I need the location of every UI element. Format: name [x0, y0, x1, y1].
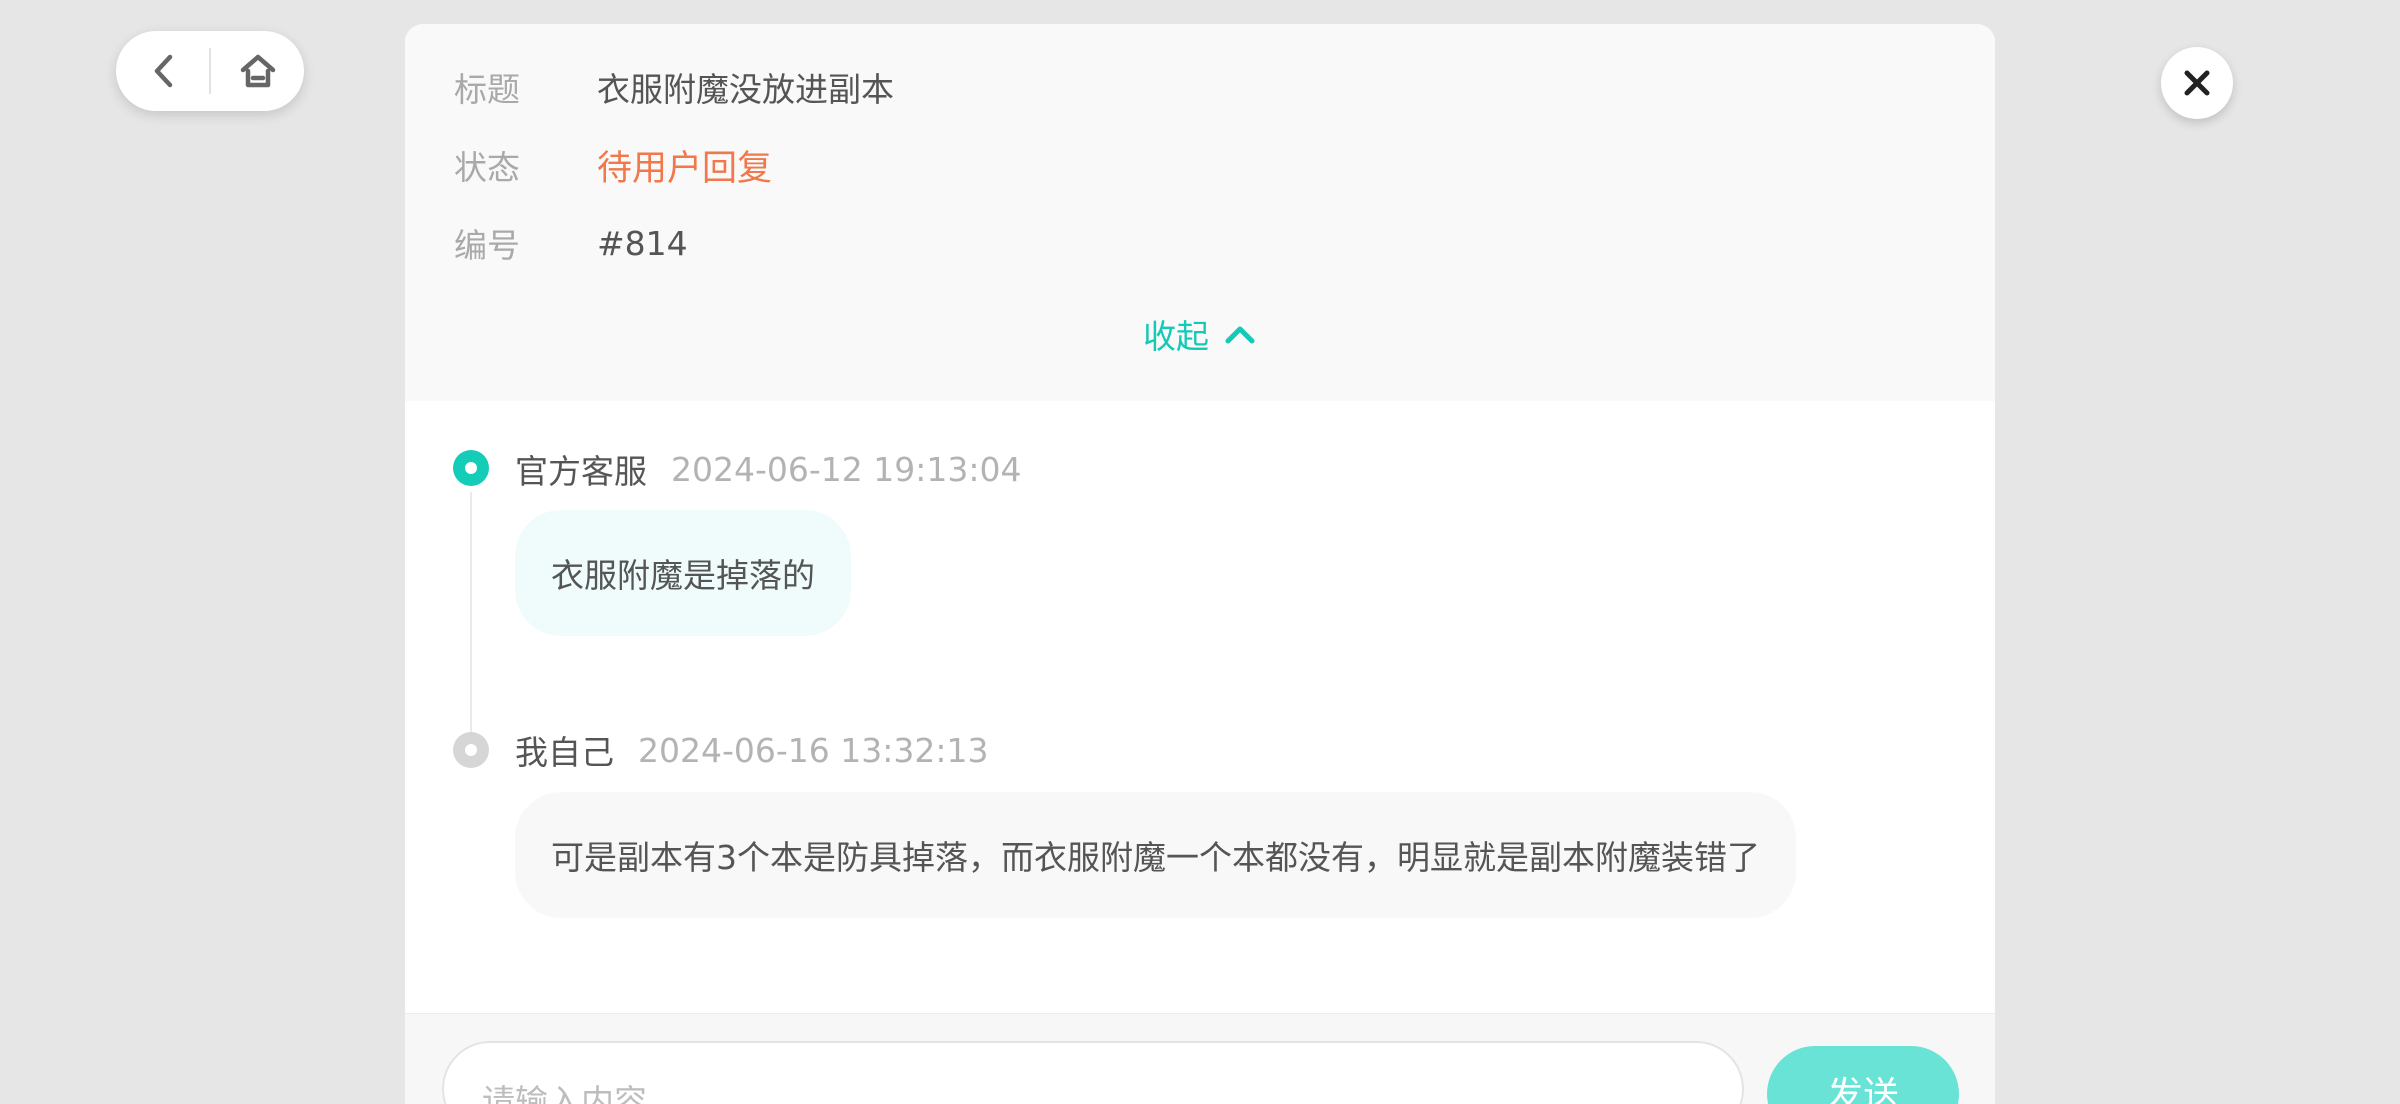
timeline-dot-active [453, 450, 489, 486]
message-header: 官方客服 2024-06-12 19:13:04 [515, 444, 1021, 494]
message-time: 2024-06-16 13:32:13 [638, 730, 989, 770]
send-button[interactable]: 发送 [1767, 1046, 1959, 1104]
title-value: 衣服附魔没放进副本 [597, 70, 894, 109]
close-button[interactable] [2161, 47, 2233, 119]
reply-bar: 发送 [405, 1013, 1995, 1104]
nav-capsule [116, 31, 304, 111]
ticket-info: 标题 衣服附魔没放进副本 状态 待用户回复 编号 #814 收起 [405, 24, 1995, 401]
status-row: 状态 待用户回复 [454, 140, 772, 190]
collapse-label: 收起 [1143, 317, 1209, 356]
home-button[interactable] [211, 31, 304, 111]
title-row: 标题 衣服附魔没放进副本 [454, 62, 894, 112]
status-value: 待用户回复 [597, 148, 773, 189]
home-icon [240, 54, 275, 88]
title-label: 标题 [454, 70, 520, 109]
number-row: 编号 #814 [454, 218, 688, 268]
number-label: 编号 [454, 226, 520, 265]
status-label: 状态 [454, 148, 520, 187]
reply-input[interactable] [442, 1041, 1744, 1104]
number-value: #814 [597, 223, 688, 263]
chevron-left-icon [154, 54, 172, 88]
timeline-dot-inactive [453, 732, 489, 768]
message-text: 衣服附魔是掉落的 [551, 556, 815, 595]
collapse-toggle[interactable]: 收起 [405, 309, 1995, 359]
back-button[interactable] [116, 31, 209, 111]
message-author: 官方客服 [515, 452, 647, 491]
message-author: 我自己 [515, 733, 614, 772]
chevron-up-icon [1225, 326, 1255, 344]
message-bubble-official: 衣服附魔是掉落的 [515, 510, 851, 636]
message-bubble-mine: 可是副本有3个本是防具掉落，而衣服附魔一个本都没有，明显就是副本附魔装错了 [515, 792, 1796, 918]
timeline-line [470, 492, 472, 752]
ticket-panel: 标题 衣服附魔没放进副本 状态 待用户回复 编号 #814 收起 官方客服 20… [405, 24, 1995, 1104]
message-header: 我自己 2024-06-16 13:32:13 [515, 725, 988, 775]
message-time: 2024-06-12 19:13:04 [671, 449, 1022, 489]
close-icon [2184, 70, 2210, 96]
message-text: 可是副本有3个本是防具掉落，而衣服附魔一个本都没有，明显就是副本附魔装错了 [551, 838, 1760, 877]
